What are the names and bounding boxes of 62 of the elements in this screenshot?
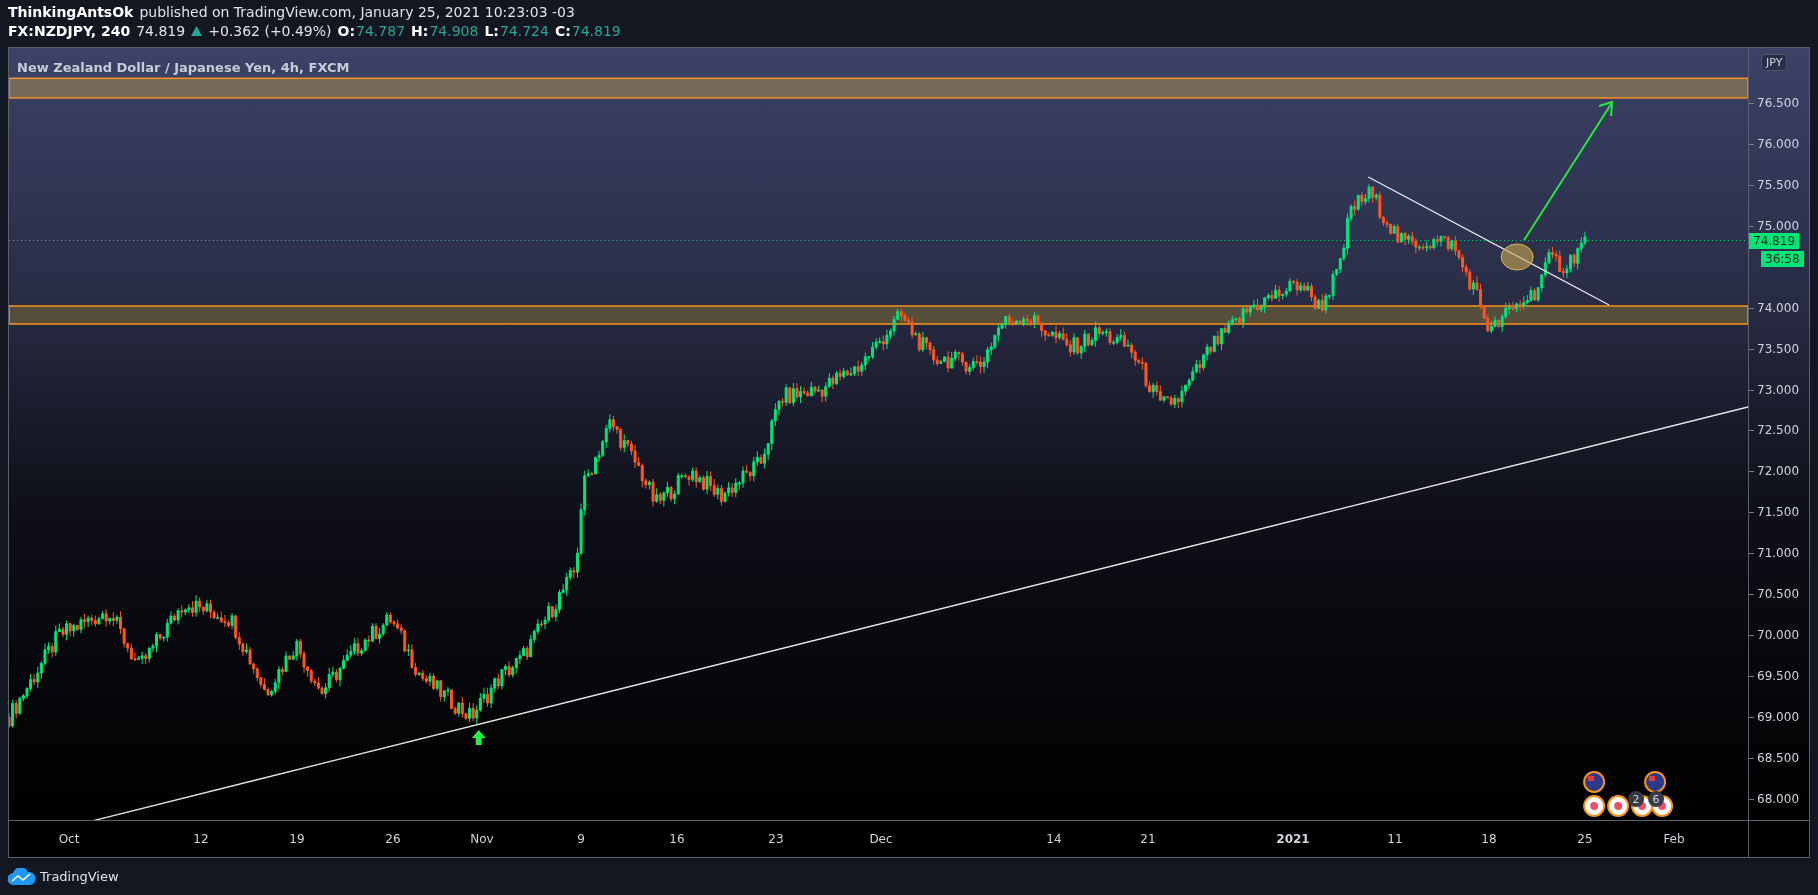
price-label: 75.000 (1757, 218, 1800, 233)
price-label: 70.000 (1757, 628, 1800, 643)
price-label: 71.500 (1757, 505, 1800, 520)
date-label: Dec (869, 832, 893, 846)
date-label: 18 (1481, 832, 1497, 846)
date-label: 19 (289, 832, 305, 846)
date-label: 9 (577, 832, 585, 846)
countdown-tag: 36:58 (1761, 250, 1804, 267)
date-label: 26 (385, 832, 401, 846)
flag-icon[interactable] (1644, 771, 1667, 793)
date-label: Oct (58, 832, 80, 846)
ohlc-value: 74.724 (499, 23, 549, 39)
price-label: 76.000 (1757, 136, 1800, 151)
currency-badge[interactable]: JPY (1761, 54, 1788, 71)
price-label: 72.500 (1757, 423, 1800, 438)
date-label: 25 (1577, 832, 1593, 846)
symbol-label: FX:NZDJPY, 240 (8, 23, 131, 39)
price-tag: 74.819 (1749, 232, 1800, 249)
ohlc-value: 74.908 (429, 23, 479, 39)
arrow-up-icon (471, 730, 486, 745)
arrow-drawing[interactable] (1523, 100, 1614, 241)
chart-title: New Zealand Dollar / Japanese Yen, 4h, FXCM (17, 60, 350, 75)
price-label: 72.000 (1757, 464, 1800, 479)
price-label: 76.500 (1757, 95, 1800, 110)
highlight-ellipse[interactable] (1500, 243, 1534, 271)
flag-icon[interactable] (1583, 795, 1606, 817)
brand-name: TradingView (40, 869, 119, 884)
last-price: 74.819 (136, 23, 186, 39)
date-label: 16 (669, 832, 685, 846)
date-label: Feb (1663, 832, 1685, 846)
cloud-logo-icon (8, 868, 36, 885)
price-label: 68.500 (1757, 751, 1800, 766)
price-label: 70.500 (1757, 587, 1800, 602)
price-label: 75.500 (1757, 177, 1800, 192)
price-label: 69.000 (1757, 710, 1800, 725)
date-label: 21 (1140, 832, 1156, 846)
ohlc-value: 74.787 (356, 23, 406, 39)
price-label: 71.000 (1757, 546, 1800, 561)
date-label: 14 (1046, 832, 1062, 846)
ohlc-label: H: (411, 23, 429, 39)
price-change: +0.362 (+0.49%) (208, 23, 332, 39)
ohlc-value: 74.819 (571, 23, 621, 39)
date-label: 23 (768, 832, 784, 846)
count-badge: 2 (1628, 791, 1645, 807)
flag-icon[interactable] (1583, 771, 1606, 793)
date-label: 11 (1387, 832, 1403, 846)
author-name: ThinkingAntsOk (8, 4, 134, 20)
publish-info: published on TradingView.com, January 25, 2021 10:23:03 -03 (139, 4, 575, 20)
date-label: 2021 (1276, 832, 1310, 846)
date-label: 12 (193, 832, 209, 846)
ohlc-label: C: (554, 23, 571, 39)
ohlc-label: O: (337, 23, 356, 39)
price-label: 69.500 (1757, 669, 1800, 684)
price-label: 68.000 (1757, 792, 1800, 806)
price-label: 73.000 (1757, 382, 1800, 397)
count-badge: 6 (1648, 791, 1665, 807)
ohlc-label: L: (484, 23, 499, 39)
price-label: 74.000 (1757, 300, 1800, 315)
flag-icon[interactable] (1607, 795, 1630, 817)
price-label: 73.500 (1757, 341, 1800, 356)
date-label: Nov (470, 832, 494, 846)
trend-line[interactable] (1367, 176, 1610, 306)
